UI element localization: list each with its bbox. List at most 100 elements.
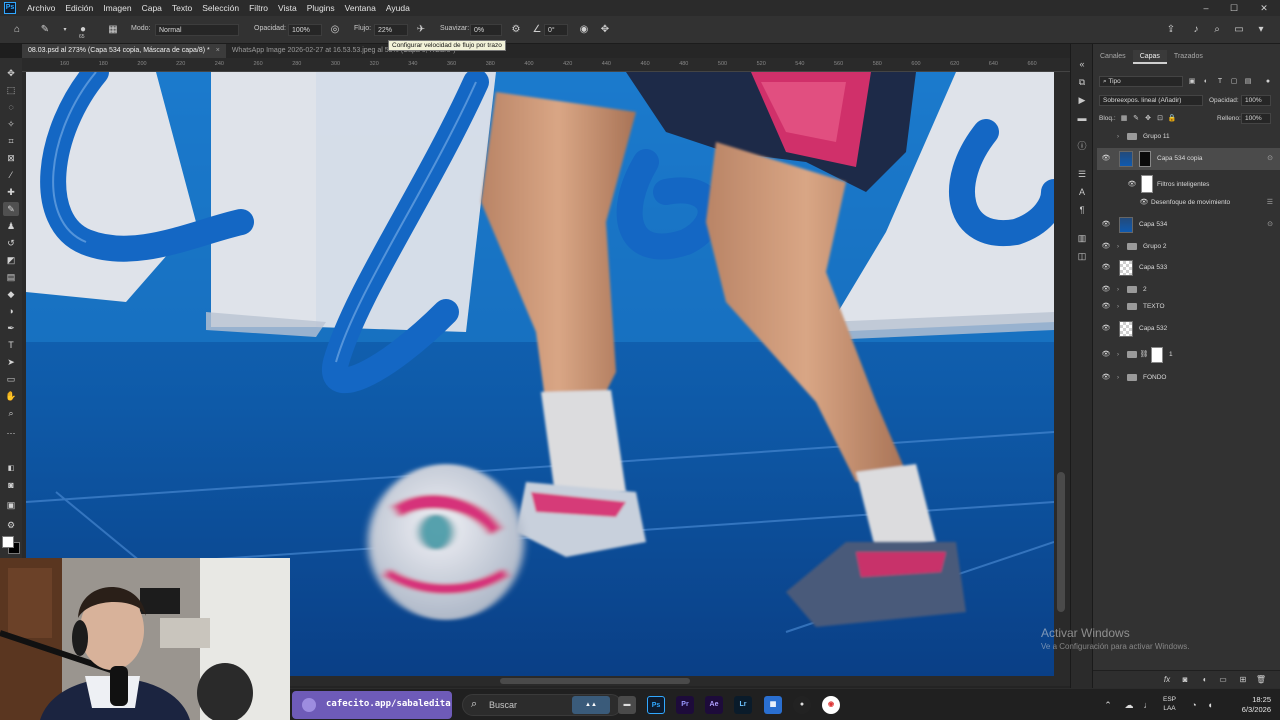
edit-toolbar-icon[interactable]: ⚙ (3, 518, 19, 532)
home-icon[interactable]: ⌂ (10, 23, 24, 37)
brush-settings-icon[interactable]: ▦ (106, 23, 120, 37)
expand-arrow-icon[interactable]: › (1117, 302, 1125, 312)
layer-row[interactable]: › Grupo 11 (1097, 126, 1280, 148)
rectangle-tool-icon[interactable]: ▭ (3, 372, 19, 386)
frame-tool-icon[interactable]: ⊠ (3, 151, 19, 165)
tab-canales[interactable]: Canales (1093, 50, 1133, 64)
add-mask-icon[interactable]: ◙ (1179, 674, 1191, 686)
mode-select[interactable]: Normal (155, 24, 239, 36)
visibility-eye-icon[interactable]: 👁 (1127, 180, 1137, 190)
marquee-tool-icon[interactable]: ⬚ (3, 83, 19, 97)
visibility-eye-icon[interactable]: 👁 (1101, 263, 1111, 273)
layer-effects-icon[interactable]: fx (1161, 674, 1173, 686)
hand-tool-icon[interactable]: ✋ (3, 389, 19, 403)
layer-row[interactable]: 👁 Capa 534 ⊙ (1097, 214, 1280, 236)
eraser-tool-icon[interactable]: ◩ (3, 253, 19, 267)
tab-trazados[interactable]: Trazados (1167, 50, 1210, 64)
layer-row[interactable]: 👁 › TEXTO (1097, 296, 1280, 318)
libraries-panel-icon[interactable]: ▥ (1074, 230, 1090, 246)
visibility-eye-icon[interactable]: 👁 (1101, 220, 1111, 230)
pen-tool-icon[interactable]: ✒ (3, 321, 19, 335)
smart-filter-item[interactable]: 👁 Desenfoque de movimiento ☰ (1097, 194, 1280, 216)
news-widget-icon[interactable]: ▲▲ (572, 696, 610, 714)
menu-ventana[interactable]: Ventana (340, 0, 381, 16)
visibility-eye-icon[interactable]: 👁 (1101, 154, 1111, 164)
filter-smart-icon[interactable]: ▤ (1243, 77, 1253, 87)
dodge-tool-icon[interactable]: ◑ (3, 304, 19, 318)
scrollbar-thumb[interactable] (1057, 472, 1065, 612)
history-panel-icon[interactable]: ⧉ (1074, 74, 1090, 90)
lock-artboard-icon[interactable]: ⊡ (1155, 114, 1165, 124)
layer-row[interactable]: 👁 › Grupo 2 (1097, 236, 1280, 258)
scrollbar-thumb[interactable] (500, 678, 690, 684)
vertical-scrollbar[interactable] (1054, 72, 1070, 676)
search-icon[interactable]: ⌕ (1210, 23, 1224, 37)
tab-document-active[interactable]: 08.03.psd al 273% (Capa 534 copia, Másca… (22, 44, 226, 58)
horizontal-scrollbar[interactable] (290, 676, 1070, 686)
quick-mask-icon[interactable]: ◙ (3, 478, 19, 492)
photos-app-icon[interactable]: ▦ (764, 696, 782, 714)
menu-plugins[interactable]: Plugins (302, 0, 340, 16)
visibility-eye-icon[interactable]: 👁 (1139, 198, 1149, 208)
lightroom-taskbar-icon[interactable]: Lr (734, 696, 752, 714)
brush-tool-icon[interactable]: ✎ (3, 202, 19, 216)
menu-vista[interactable]: Vista (273, 0, 302, 16)
screen-mode-icon[interactable]: ▣ (3, 498, 19, 512)
menu-ayuda[interactable]: Ayuda (381, 0, 415, 16)
menu-seleccion[interactable]: Selección (197, 0, 244, 16)
opacity-field[interactable]: 100% (288, 24, 322, 36)
filter-type-icon[interactable]: T (1215, 77, 1225, 87)
share-icon[interactable]: ⇪ (1164, 23, 1178, 37)
tray-chevron-up-icon[interactable]: ⌃ (1102, 698, 1114, 712)
menu-filtro[interactable]: Filtro (244, 0, 273, 16)
close-tab-icon[interactable]: × (216, 47, 220, 54)
paragraph-panel-icon[interactable]: ¶ (1074, 202, 1090, 218)
visibility-eye-icon[interactable]: 👁 (1101, 285, 1111, 295)
pressure-opacity-icon[interactable]: ◎ (328, 23, 342, 37)
expand-arrow-icon[interactable]: › (1117, 132, 1125, 142)
layer-filter-select[interactable]: ⌕ Tipo (1099, 76, 1183, 87)
visibility-eye-icon[interactable]: 👁 (1101, 242, 1111, 252)
menu-texto[interactable]: Texto (167, 0, 197, 16)
lock-move-icon[interactable]: ✥ (1143, 114, 1153, 124)
menu-archivo[interactable]: Archivo (22, 0, 60, 16)
visibility-eye-icon[interactable]: 👁 (1101, 324, 1111, 334)
actions-panel-icon[interactable]: ▶ (1074, 92, 1090, 108)
expand-arrow-icon[interactable]: › (1117, 350, 1125, 360)
gear-icon[interactable]: ⚙ (509, 23, 523, 37)
layer-row[interactable]: 👁 Capa 533 (1097, 257, 1280, 279)
bell-icon[interactable]: ♪ (1189, 23, 1203, 37)
premiere-taskbar-icon[interactable]: Pr (676, 696, 694, 714)
filter-shape-icon[interactable]: ▢ (1229, 77, 1239, 87)
trash-icon[interactable]: 🗑 (1255, 674, 1267, 686)
filter-mask-thumbnail[interactable] (1141, 175, 1153, 193)
quick-select-tool-icon[interactable]: ✧ (3, 117, 19, 131)
eyedropper-tool-icon[interactable]: ⁄ (3, 168, 19, 182)
maximize-button[interactable]: ☐ (1220, 0, 1248, 16)
properties-panel-icon[interactable]: ◫ (1074, 248, 1090, 264)
visibility-eye-icon[interactable]: 👁 (1101, 373, 1111, 383)
minimize-button[interactable]: – (1192, 0, 1220, 16)
menu-capa[interactable]: Capa (137, 0, 167, 16)
new-group-icon[interactable]: ▭ (1217, 674, 1229, 686)
menu-imagen[interactable]: Imagen (98, 0, 136, 16)
volume-icon[interactable]: ◖ (1204, 698, 1216, 712)
input-language[interactable]: ESP LAA (1163, 695, 1176, 713)
airbrush-icon[interactable]: ✈ (414, 23, 428, 37)
path-select-tool-icon[interactable]: ➤ (3, 355, 19, 369)
layer-fill-field[interactable]: 100% (1241, 113, 1271, 124)
visibility-eye-icon[interactable]: 👁 (1101, 302, 1111, 312)
expand-arrow-icon[interactable]: › (1117, 285, 1125, 295)
github-icon[interactable]: ● (793, 696, 811, 714)
gradient-tool-icon[interactable]: ▤ (3, 270, 19, 284)
tray-mic-icon[interactable]: ♩ (1142, 698, 1154, 712)
healing-tool-icon[interactable]: ✚ (3, 185, 19, 199)
smart-filters-row[interactable]: 👁 Filtros inteligentes (1097, 174, 1280, 196)
layer-row[interactable]: 👁 › FONDO (1097, 367, 1280, 389)
file-explorer-icon[interactable]: ▬ (618, 696, 636, 714)
lock-brush-icon[interactable]: ✎ (1131, 114, 1141, 124)
adjustment-layer-icon[interactable]: ◐ (1199, 674, 1211, 686)
layer-mask-thumbnail[interactable] (1139, 151, 1151, 167)
angle-icon[interactable]: ∠ (530, 23, 544, 37)
wifi-icon[interactable]: ◔ (1188, 698, 1200, 712)
